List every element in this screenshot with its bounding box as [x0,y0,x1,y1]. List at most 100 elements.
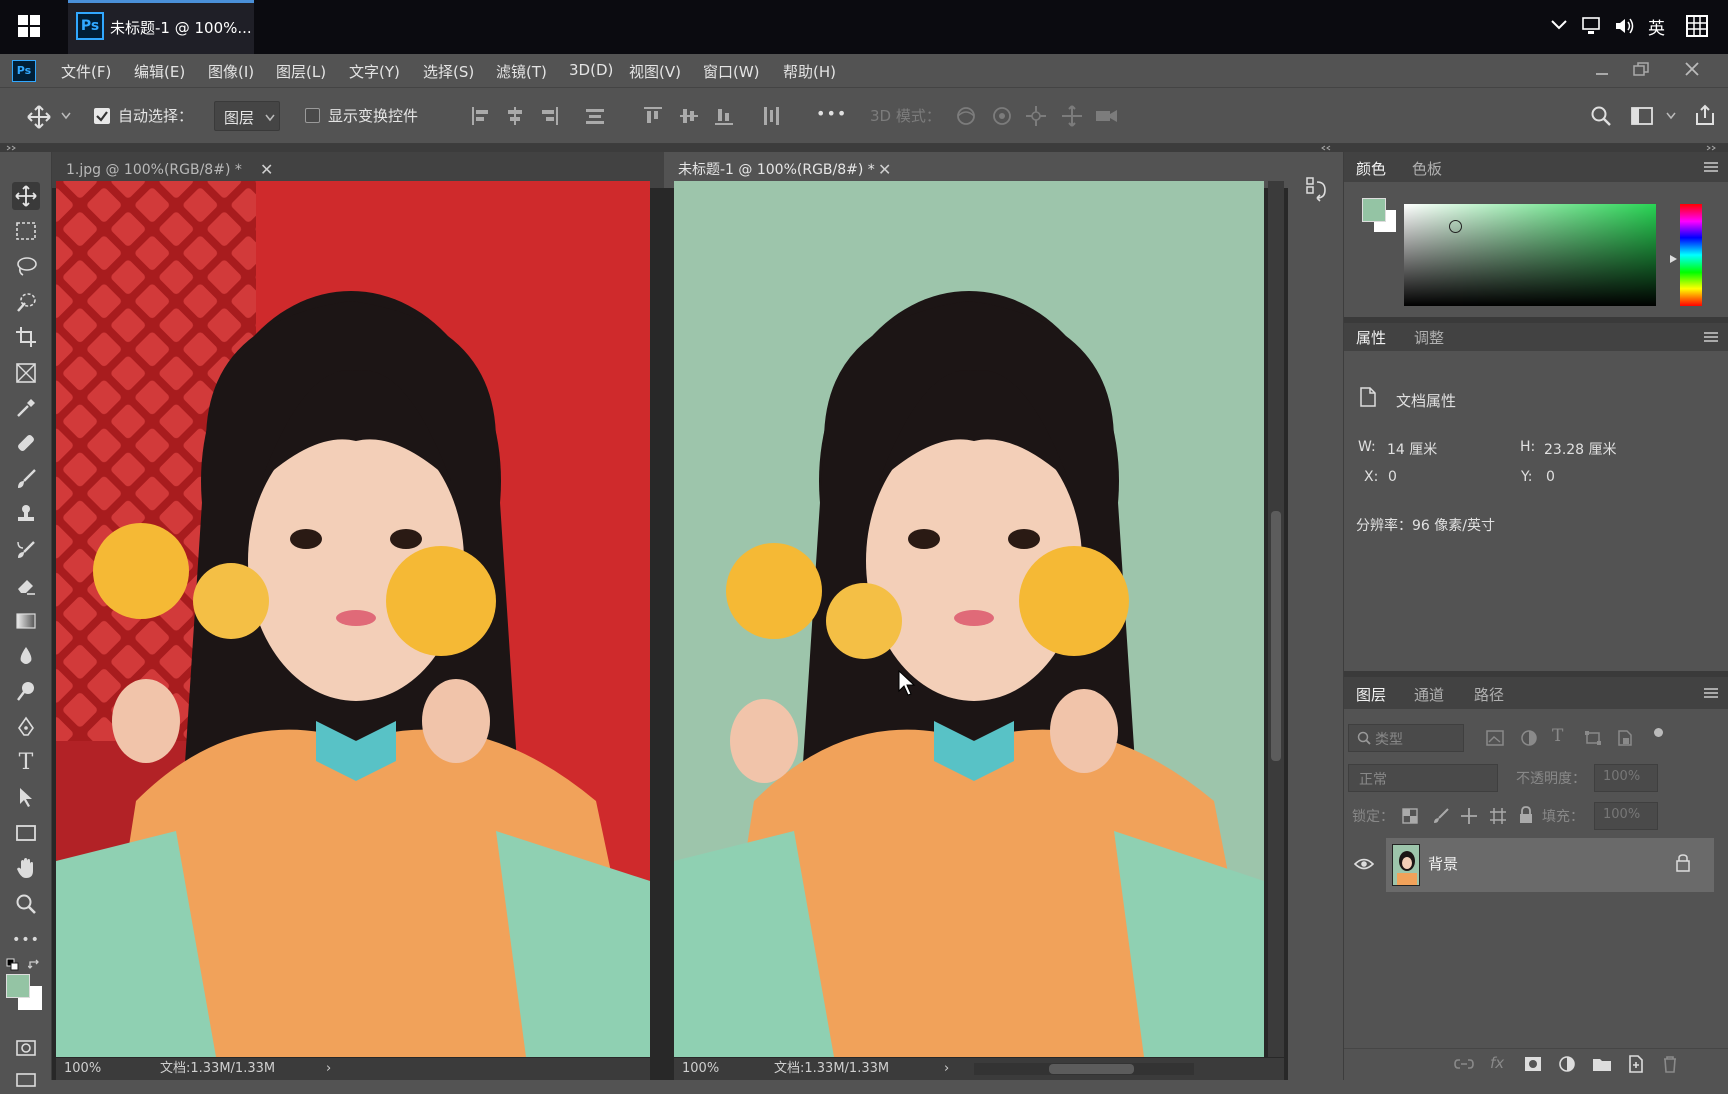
3d-roll-icon[interactable] [990,104,1014,128]
tab-layers[interactable]: 图层 [1356,684,1386,705]
expand-arrows-icon[interactable] [1706,145,1718,151]
tab-swatches[interactable]: 色板 [1412,158,1442,179]
clone-stamp-tool-icon[interactable] [12,500,40,528]
height-value[interactable]: 23.28 厘米 [1544,439,1617,459]
panel-menu-icon[interactable] [1704,332,1718,342]
healing-brush-tool-icon[interactable] [12,429,40,457]
close-icon[interactable]: ✕ [260,160,273,179]
menu-view[interactable]: 视图(V) [629,61,681,82]
tab-adjustments[interactable]: 调整 [1414,327,1444,348]
panel-menu-icon[interactable] [1704,162,1718,172]
chevron-down-icon[interactable] [1666,112,1676,120]
3d-orbit-icon[interactable] [954,104,978,128]
align-bottom-icon[interactable] [713,105,735,127]
layer-filter-dropdown[interactable]: 类型 [1348,724,1464,752]
horizontal-scrollbar[interactable] [974,1063,1194,1075]
zoom-tool-icon[interactable] [12,890,40,918]
adjustment-layer-icon[interactable] [1558,1055,1576,1073]
search-icon[interactable] [1590,105,1612,127]
minimize-icon[interactable] [1594,66,1610,78]
document-canvas-active[interactable] [674,181,1264,1057]
tab-channels[interactable]: 通道 [1414,684,1444,705]
eyedropper-tool-icon[interactable] [12,394,40,422]
taskbar-window-button[interactable]: Ps 未标题-1 @ 100%... [68,0,254,54]
color-field-picker[interactable] [1404,204,1656,306]
path-selection-tool-icon[interactable] [12,783,40,811]
keyboard-grid-icon[interactable] [1686,15,1708,37]
collapse-arrows-icon[interactable] [1320,145,1332,151]
menu-edit[interactable]: 编辑(E) [134,61,185,82]
3d-camera-icon[interactable] [1094,104,1120,128]
eraser-tool-icon[interactable] [12,571,40,599]
menu-type[interactable]: 文字(Y) [349,61,400,82]
hue-slider[interactable] [1680,204,1702,306]
align-left-icon[interactable] [470,105,492,127]
foreground-color-swatch[interactable] [1362,198,1386,222]
status-menu-arrow-icon[interactable]: › [326,1058,331,1080]
foreground-color-swatch[interactable] [6,974,30,998]
default-colors-icon[interactable] [6,958,20,972]
hand-tool-icon[interactable] [12,854,40,882]
fill-input[interactable]: 100% [1594,802,1658,830]
screen-mode-icon[interactable] [12,1066,40,1094]
link-layers-icon[interactable] [1454,1057,1474,1071]
scrollbar-thumb[interactable] [1049,1064,1134,1074]
align-top-icon[interactable] [642,105,664,127]
move-tool-icon[interactable] [12,182,40,210]
brush-tool-icon[interactable] [12,465,40,493]
layer-lock-icon[interactable] [1676,854,1690,872]
workspace-icon[interactable] [1630,106,1654,126]
expand-arrows-icon[interactable] [6,145,18,151]
menu-layer[interactable]: 图层(L) [276,61,326,82]
menu-help[interactable]: 帮助(H) [783,61,836,82]
3d-pan-icon[interactable] [1024,104,1048,128]
chevron-down-icon[interactable] [61,112,71,120]
close-icon[interactable] [1684,61,1700,77]
align-vertical-center-icon[interactable] [678,105,700,127]
auto-select-target-dropdown[interactable]: 图层 [214,101,280,131]
tab-paths[interactable]: 路径 [1474,684,1504,705]
new-layer-icon[interactable] [1628,1055,1644,1073]
lock-transparent-pixels-icon[interactable] [1402,808,1418,824]
gradient-tool-icon[interactable] [12,607,40,635]
document-size[interactable]: 文档:1.33M/1.33M [160,1058,275,1080]
volume-icon[interactable] [1614,16,1638,36]
filter-adjustment-icon[interactable] [1520,729,1538,747]
zoom-level[interactable]: 100% [64,1058,101,1080]
move-tool-icon[interactable] [26,104,52,130]
document-canvas[interactable] [56,181,650,1057]
layer-name[interactable]: 背景 [1428,853,1458,874]
hue-slider-handle-icon[interactable] [1669,254,1679,264]
rectangle-tool-icon[interactable] [12,819,40,847]
width-value[interactable]: 14 厘米 [1387,439,1437,459]
dodge-tool-icon[interactable] [12,677,40,705]
fx-icon[interactable]: fx [1490,1054,1504,1072]
close-icon[interactable]: ✕ [878,160,891,179]
quick-selection-tool-icon[interactable] [12,288,40,316]
blur-tool-icon[interactable] [12,642,40,670]
filter-type-icon[interactable]: T [1552,726,1563,746]
menu-filter[interactable]: 滤镜(T) [496,61,547,82]
panel-menu-icon[interactable] [1704,688,1718,698]
eye-visibility-icon[interactable] [1354,857,1374,871]
windows-start-icon[interactable] [18,15,40,37]
marquee-tool-icon[interactable] [12,217,40,245]
vertical-scrollbar[interactable] [1268,181,1284,1057]
add-mask-icon[interactable] [1524,1056,1542,1072]
quick-mask-icon[interactable] [12,1034,40,1062]
opacity-input[interactable]: 100% [1594,764,1658,792]
menu-image[interactable]: 图像(I) [208,61,254,82]
history-panel-icon[interactable] [1305,176,1329,202]
menu-window[interactable]: 窗口(W) [703,61,760,82]
edit-toolbar-icon[interactable]: ••• [12,926,40,954]
lock-position-icon[interactable] [1460,807,1478,825]
blend-mode-dropdown[interactable]: 正常 [1348,764,1498,792]
menu-select[interactable]: 选择(S) [423,61,474,82]
document-size[interactable]: 文档:1.33M/1.33M [774,1058,889,1080]
3d-slide-icon[interactable] [1060,104,1084,128]
filter-toggle-icon[interactable] [1654,728,1663,737]
layer-row[interactable]: 背景 [1386,838,1714,892]
lock-artboard-icon[interactable] [1489,807,1507,825]
lock-image-pixels-icon[interactable] [1432,807,1450,825]
ime-indicator[interactable]: 英 [1648,14,1665,39]
